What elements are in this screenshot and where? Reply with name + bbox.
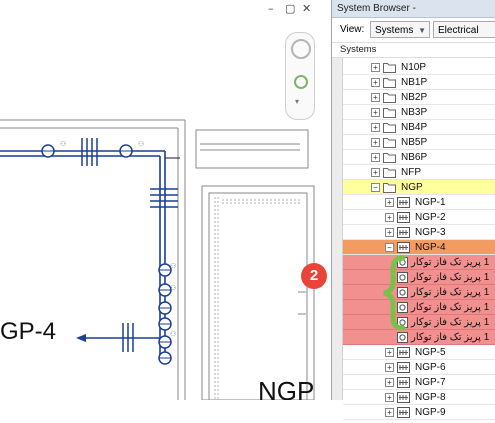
annotation-brace bbox=[383, 255, 406, 331]
circuit-icon bbox=[397, 407, 410, 423]
expand-icon[interactable]: + bbox=[385, 408, 394, 417]
tree-item-label: NGP-9 bbox=[415, 407, 446, 418]
green-brace-icon bbox=[383, 255, 406, 331]
tree-item-circuit[interactable]: + NGP-9 bbox=[343, 405, 495, 420]
